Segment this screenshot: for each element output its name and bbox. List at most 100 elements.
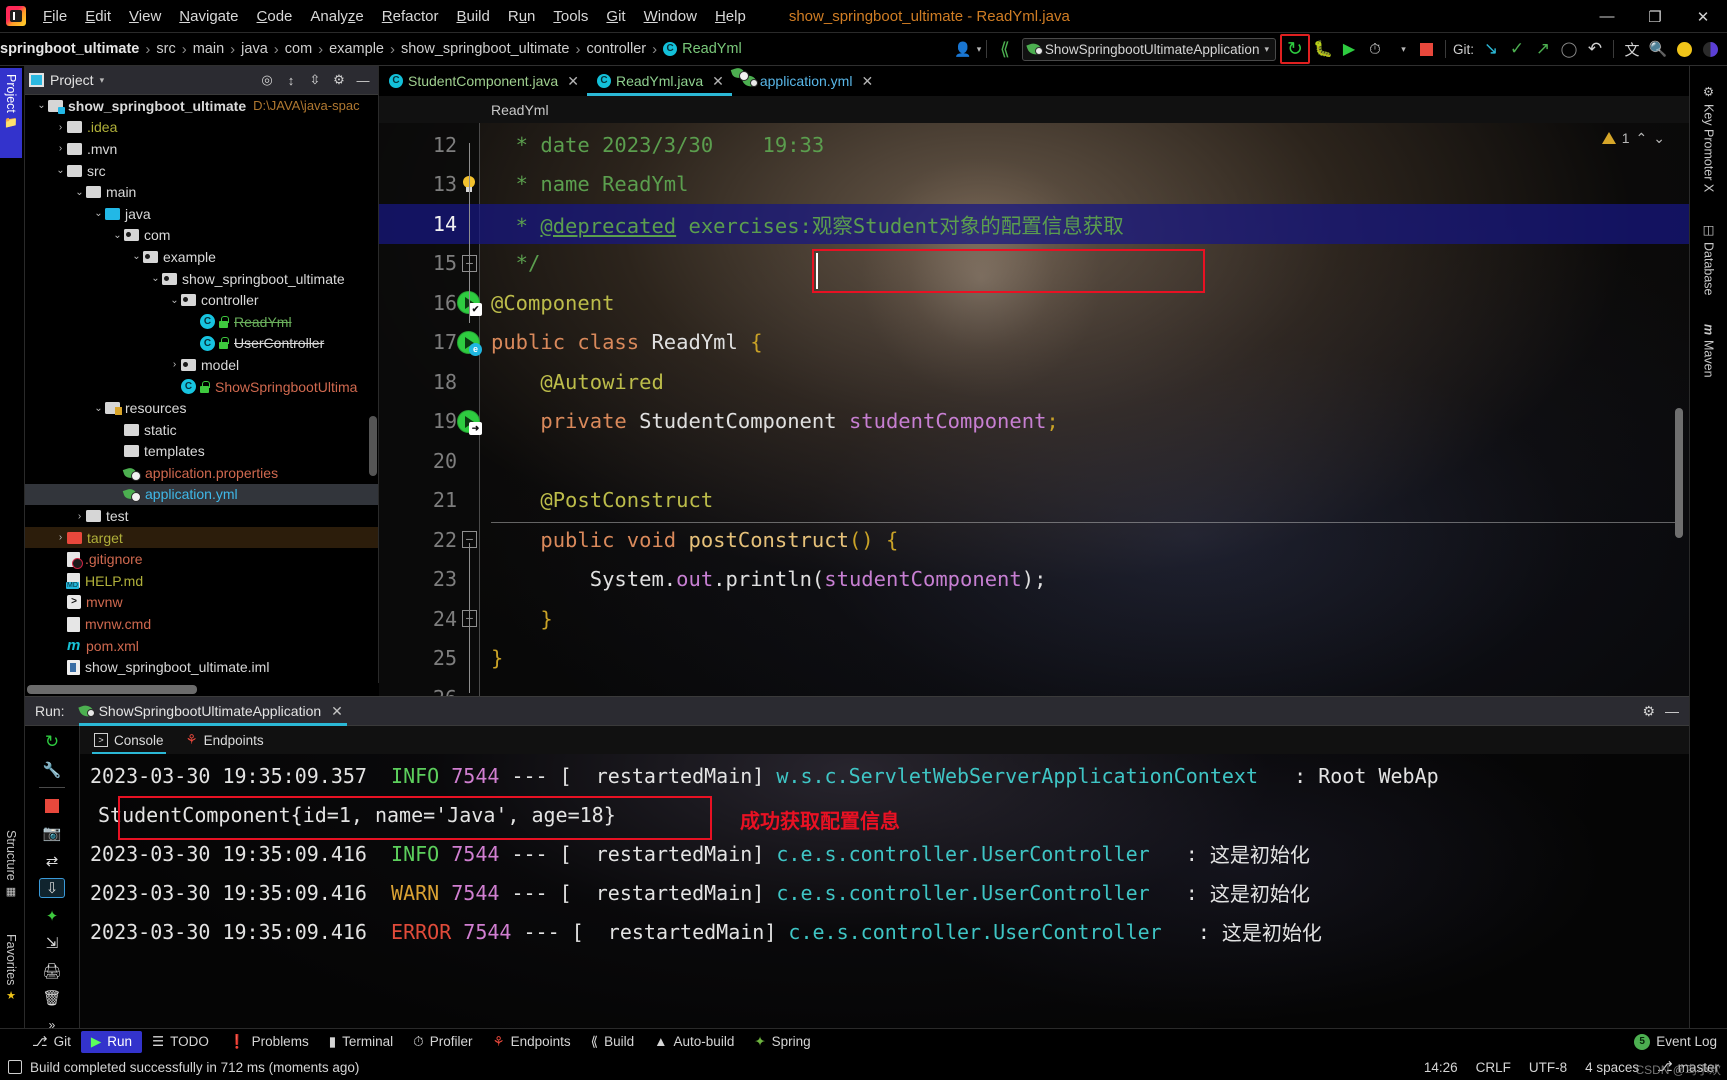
rerun-icon[interactable]: ↻: [39, 732, 65, 752]
git-commit-icon[interactable]: ✓: [1504, 36, 1530, 62]
tree-node-static[interactable]: static: [25, 419, 378, 441]
tree-node-mvnw[interactable]: > mvnw: [25, 592, 378, 614]
next-problem-icon[interactable]: ⌄: [1653, 130, 1665, 147]
chevron-right-icon[interactable]: ›: [168, 359, 181, 370]
hide-icon[interactable]: —: [1665, 703, 1679, 719]
breadcrumb-item-3[interactable]: java: [241, 41, 268, 57]
hide-icon[interactable]: —: [352, 69, 374, 91]
bottom-item-todo[interactable]: ☰ TODO: [142, 1031, 219, 1053]
project-tree[interactable]: ⌄ show_springboot_ultimate D:\JAVA\java-sp…: [25, 95, 378, 682]
run-icon[interactable]: ↻: [1282, 36, 1308, 62]
chevron-right-icon[interactable]: ›: [54, 122, 67, 133]
menu-git[interactable]: Git: [597, 5, 634, 28]
code-line-25[interactable]: 25}: [379, 639, 1689, 679]
tree-node-controller[interactable]: ⌄ controller: [25, 289, 378, 311]
chevron-down-icon[interactable]: ⌄: [111, 230, 124, 241]
menu-file[interactable]: File: [34, 5, 76, 28]
tree-node-test[interactable]: › test: [25, 505, 378, 527]
debug-icon[interactable]: 🐛: [1310, 36, 1336, 62]
tree-node-application-yml[interactable]: application.yml: [25, 483, 378, 506]
bottom-item-build[interactable]: ⟪ Build: [581, 1031, 645, 1053]
code-line-17[interactable]: 17 public class ReadYml {: [379, 323, 1689, 363]
menu-edit[interactable]: Edit: [76, 5, 120, 28]
code-line-16[interactable]: 16 @Component: [379, 283, 1689, 323]
chevron-down-icon[interactable]: ⌄: [35, 100, 48, 111]
stop-icon[interactable]: [1414, 36, 1440, 62]
tree-node-src[interactable]: ⌄ src: [25, 160, 378, 182]
minimize-button[interactable]: —: [1583, 0, 1631, 33]
chevron-down-icon[interactable]: ⌄: [130, 251, 143, 262]
menu-tools[interactable]: Tools: [544, 5, 597, 28]
menu-analyze[interactable]: Analyze: [301, 5, 372, 28]
menu-run[interactable]: Run: [499, 5, 545, 28]
code-line-13[interactable]: 13 * name ReadYml: [379, 165, 1689, 205]
tree-node--mvn[interactable]: › .mvn: [25, 138, 378, 160]
locate-icon[interactable]: ◎: [256, 69, 278, 91]
revert-icon[interactable]: ↶: [1582, 36, 1608, 62]
tree-node-help-md[interactable]: HELP.md: [25, 570, 378, 592]
chevron-down-icon[interactable]: ⌄: [149, 273, 162, 284]
tab-console[interactable]: > Console: [92, 726, 166, 754]
run-with-coverage-icon[interactable]: ▶: [1336, 36, 1362, 62]
prev-problem-icon[interactable]: ⌃: [1636, 130, 1648, 147]
notifications-icon[interactable]: [1671, 36, 1697, 62]
breadcrumb-item-4[interactable]: com: [285, 41, 312, 57]
tree-node-templates[interactable]: templates: [25, 441, 378, 463]
chevron-right-icon[interactable]: ›: [54, 532, 67, 543]
bottom-item-endpoints[interactable]: ⚘ Endpoints: [482, 1031, 580, 1053]
tree-node-example[interactable]: ⌄ example: [25, 246, 378, 268]
code-line-18[interactable]: 18 @Autowired: [379, 362, 1689, 402]
tree-node-usercontroller[interactable]: C UserController: [25, 333, 378, 355]
tree-node-pom-xml[interactable]: m pom.xml: [25, 635, 378, 657]
chevron-down-icon[interactable]: ▾: [100, 75, 105, 86]
close-icon[interactable]: ✕: [712, 73, 724, 90]
camera-icon[interactable]: 📷: [39, 824, 65, 843]
project-vertical-scrollbar[interactable]: [369, 416, 377, 476]
ide-theme-icon[interactable]: [1697, 36, 1723, 62]
code-line-19[interactable]: 19 private StudentComponent studentCompo…: [379, 402, 1689, 442]
code-line-23[interactable]: 23 System.out.println(studentComponent);: [379, 560, 1689, 600]
tree-node-show-springboot-ultimate[interactable]: ⌄ show_springboot_ultimate D:\JAVA\java-sp…: [25, 95, 378, 117]
bottom-item-terminal[interactable]: ▮ Terminal: [319, 1031, 403, 1053]
tree-node-mvnw-cmd[interactable]: mvnw.cmd: [25, 613, 378, 635]
breadcrumb-item-7[interactable]: controller: [586, 41, 646, 57]
breadcrumb-item-1[interactable]: src: [156, 41, 175, 57]
code-line-26[interactable]: 26: [379, 678, 1689, 696]
tree-node-readyml[interactable]: C ReadYml: [25, 311, 378, 333]
editor-breadcrumb-label[interactable]: ReadYml: [491, 102, 549, 118]
wrench-icon[interactable]: 🔧: [39, 760, 65, 779]
trash-icon[interactable]: 🗑: [39, 988, 65, 1007]
tree-node-show-springboot-ultimate-iml[interactable]: show_springboot_ultimate.iml: [25, 656, 378, 678]
status-encoding[interactable]: UTF-8: [1529, 1060, 1567, 1075]
export-icon[interactable]: ⇲: [39, 934, 65, 953]
status-line-separator[interactable]: CRLF: [1476, 1060, 1511, 1075]
code-line-20[interactable]: 20: [379, 441, 1689, 481]
chevron-right-icon[interactable]: ›: [54, 143, 67, 154]
code-line-21[interactable]: 21 @PostConstruct: [379, 481, 1689, 521]
tree-node--idea[interactable]: › .idea: [25, 117, 378, 139]
menu-view[interactable]: View: [120, 5, 170, 28]
status-indent[interactable]: 4 spaces: [1585, 1060, 1639, 1075]
sidebar-item-key-promoter-x[interactable]: ⚙ Key Promoter X: [1690, 84, 1727, 192]
close-icon[interactable]: ✕: [331, 703, 343, 720]
tree-node-model[interactable]: › model: [25, 354, 378, 376]
gear-icon[interactable]: ⚙: [328, 69, 350, 91]
bottom-item-spring[interactable]: ✦ Spring: [744, 1031, 820, 1053]
history-icon[interactable]: ◯: [1556, 36, 1582, 62]
sidebar-item-maven[interactable]: m Maven: [1690, 324, 1727, 378]
console-output[interactable]: 2023-03-30 19:35:09.357 INFO 7544 --- [ …: [80, 754, 1689, 1035]
menu-refactor[interactable]: Refactor: [373, 5, 448, 28]
chevron-down-icon[interactable]: ⌄: [54, 165, 67, 176]
chevron-down-icon[interactable]: ⌄: [92, 208, 105, 219]
breadcrumb-item-2[interactable]: main: [193, 41, 224, 57]
code-line-22[interactable]: 22 public void postConstruct() {: [379, 520, 1689, 560]
bottom-item-problems[interactable]: ❗ Problems: [219, 1031, 319, 1053]
hammer-icon[interactable]: ⟪: [992, 36, 1018, 62]
breadcrumb-item-5[interactable]: example: [329, 41, 384, 57]
close-icon[interactable]: ✕: [567, 73, 579, 90]
menu-window[interactable]: Window: [635, 5, 706, 28]
tree-node-resources[interactable]: ⌄ resources: [25, 397, 378, 419]
thread-dump-icon[interactable]: ⇄: [39, 851, 65, 870]
maximize-button[interactable]: ❐: [1631, 0, 1679, 33]
editor-vertical-scrollbar[interactable]: [1675, 408, 1683, 538]
